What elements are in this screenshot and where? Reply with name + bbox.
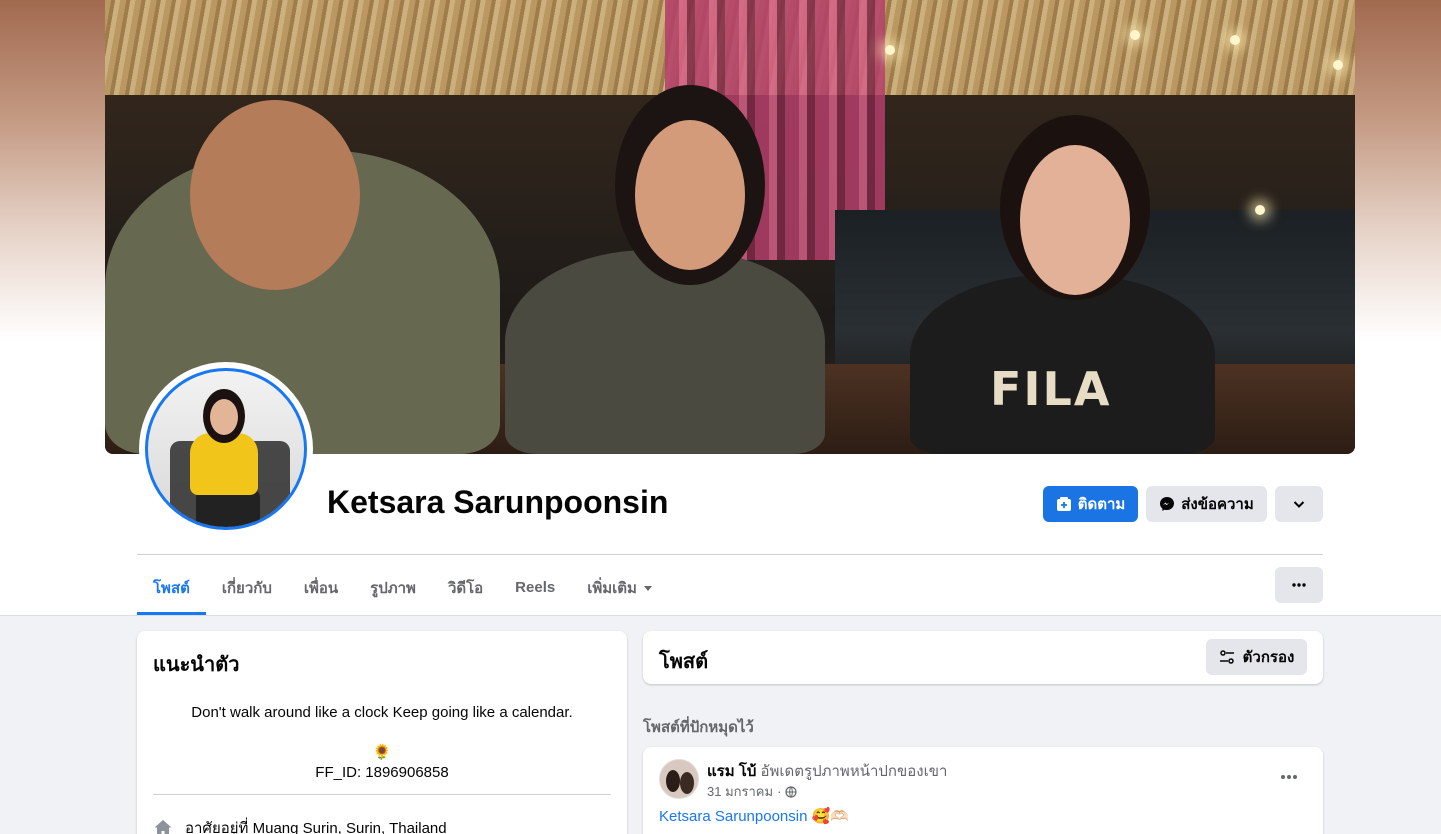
cover-light [885, 45, 895, 55]
tab-label: รูปภาพ [370, 579, 416, 597]
more-dots-icon [1292, 583, 1306, 587]
post-author-line: แรม โบ้ อัพเดตรูปภาพหน้าปกของเขา [707, 759, 947, 783]
posts-title: โพสต์ [659, 651, 709, 673]
profile-name: Ketsara Sarunpoonsin [327, 484, 669, 520]
message-label: ส่งข้อความ [1181, 496, 1254, 513]
cover-light [1333, 60, 1343, 70]
post-author-name[interactable]: แรม โบ้ [707, 763, 756, 780]
intro-divider [153, 794, 611, 795]
intro-card: แนะนำตัว Don't walk around like a clock … [137, 631, 627, 834]
pinned-posts-label: โพสต์ที่ปักหมุดไว้ [643, 719, 754, 736]
post-meta-separator: · [777, 784, 782, 799]
more-dots-icon [1281, 775, 1297, 779]
post-text: Ketsara Sarunpoonsin 🥰🫶🏻 [659, 807, 849, 826]
intro-title: แนะนำตัว [153, 654, 240, 676]
avatar-figure [680, 772, 694, 794]
posts-header-card: โพสต์ ตัวกรอง [643, 631, 1323, 684]
intro-bio-ffid: FF_ID: 1896906858 [315, 764, 449, 781]
caret-down-icon [643, 585, 652, 591]
cover-light [1230, 35, 1240, 45]
filter-button[interactable]: ตัวกรอง [1206, 639, 1307, 675]
message-button[interactable]: ส่งข้อความ [1146, 486, 1267, 522]
cover-person-2-body [505, 250, 825, 454]
post-options-button[interactable] [1273, 761, 1305, 793]
cover-person-2-face [635, 120, 745, 270]
post-action: อัพเดตรูปภาพหน้าปกของเขา [760, 763, 948, 780]
tab-posts[interactable]: โพสต์ [137, 560, 206, 615]
cover-shirt-logo: FILA [990, 362, 1112, 416]
post-emoji: 🥰🫶🏻 [811, 808, 849, 825]
profile-avatar[interactable] [145, 368, 307, 530]
chevron-down-icon [1293, 501, 1305, 508]
tab-label: เกี่ยวกับ [221, 579, 272, 597]
cover-person-1-head [190, 100, 360, 290]
cover-photo[interactable]: FILA [105, 0, 1355, 454]
globe-icon [785, 785, 798, 798]
filter-icon [1219, 650, 1234, 664]
filter-label: ตัวกรอง [1242, 649, 1295, 666]
lives-prefix: อาศัยอยู่ที่ [185, 820, 249, 834]
tab-label: Reels [515, 579, 556, 596]
tab-reels[interactable]: Reels [499, 560, 571, 615]
profile-dropdown-button[interactable] [1275, 486, 1323, 522]
tab-friends[interactable]: เพื่อน [288, 560, 354, 615]
cover-light [1255, 205, 1265, 215]
intro-bio-text: Don't walk around like a clock Keep goin… [191, 704, 573, 721]
avatar-face [210, 399, 238, 435]
tab-label: เพื่อน [303, 579, 339, 597]
follow-button[interactable]: ติดตาม [1043, 486, 1138, 522]
cover-person-3-face [1020, 145, 1130, 295]
tab-photos[interactable]: รูปภาพ [354, 560, 432, 615]
home-icon [154, 820, 172, 834]
profile-tabs: โพสต์ เกี่ยวกับ เพื่อน รูปภาพ วิดีโอ Ree… [137, 560, 669, 615]
post-date[interactable]: 31 มกราคม [707, 781, 773, 802]
post-tagged-link[interactable]: Ketsara Sarunpoonsin [659, 808, 807, 825]
more-options-button[interactable] [1275, 567, 1323, 603]
post-meta: 31 มกราคม · [707, 781, 798, 802]
lives-place[interactable]: Muang Surin, Surin, Thailand [253, 820, 447, 834]
follow-icon [1056, 497, 1071, 511]
post-author-avatar[interactable] [659, 759, 699, 799]
messenger-icon [1160, 497, 1175, 511]
avatar-legs [196, 489, 260, 527]
pinned-post: แรม โบ้ อัพเดตรูปภาพหน้าปกของเขา 31 มกรา… [643, 747, 1323, 834]
avatar-figure [666, 770, 680, 792]
tab-more[interactable]: เพิ่มเติม [571, 560, 669, 615]
tab-label: โพสต์ [153, 579, 190, 597]
tab-videos[interactable]: วิดีโอ [432, 560, 499, 615]
intro-bio-emoji: 🌻 [372, 744, 392, 761]
header-divider [137, 554, 1323, 555]
follow-label: ติดตาม [1077, 496, 1126, 513]
cover-light [1130, 30, 1140, 40]
tab-label: วิดีโอ [447, 579, 484, 597]
intro-lives-in: อาศัยอยู่ที่ Muang Surin, Surin, Thailan… [153, 816, 447, 834]
tab-about[interactable]: เกี่ยวกับ [206, 560, 288, 615]
tab-label: เพิ่มเติม [587, 579, 637, 597]
